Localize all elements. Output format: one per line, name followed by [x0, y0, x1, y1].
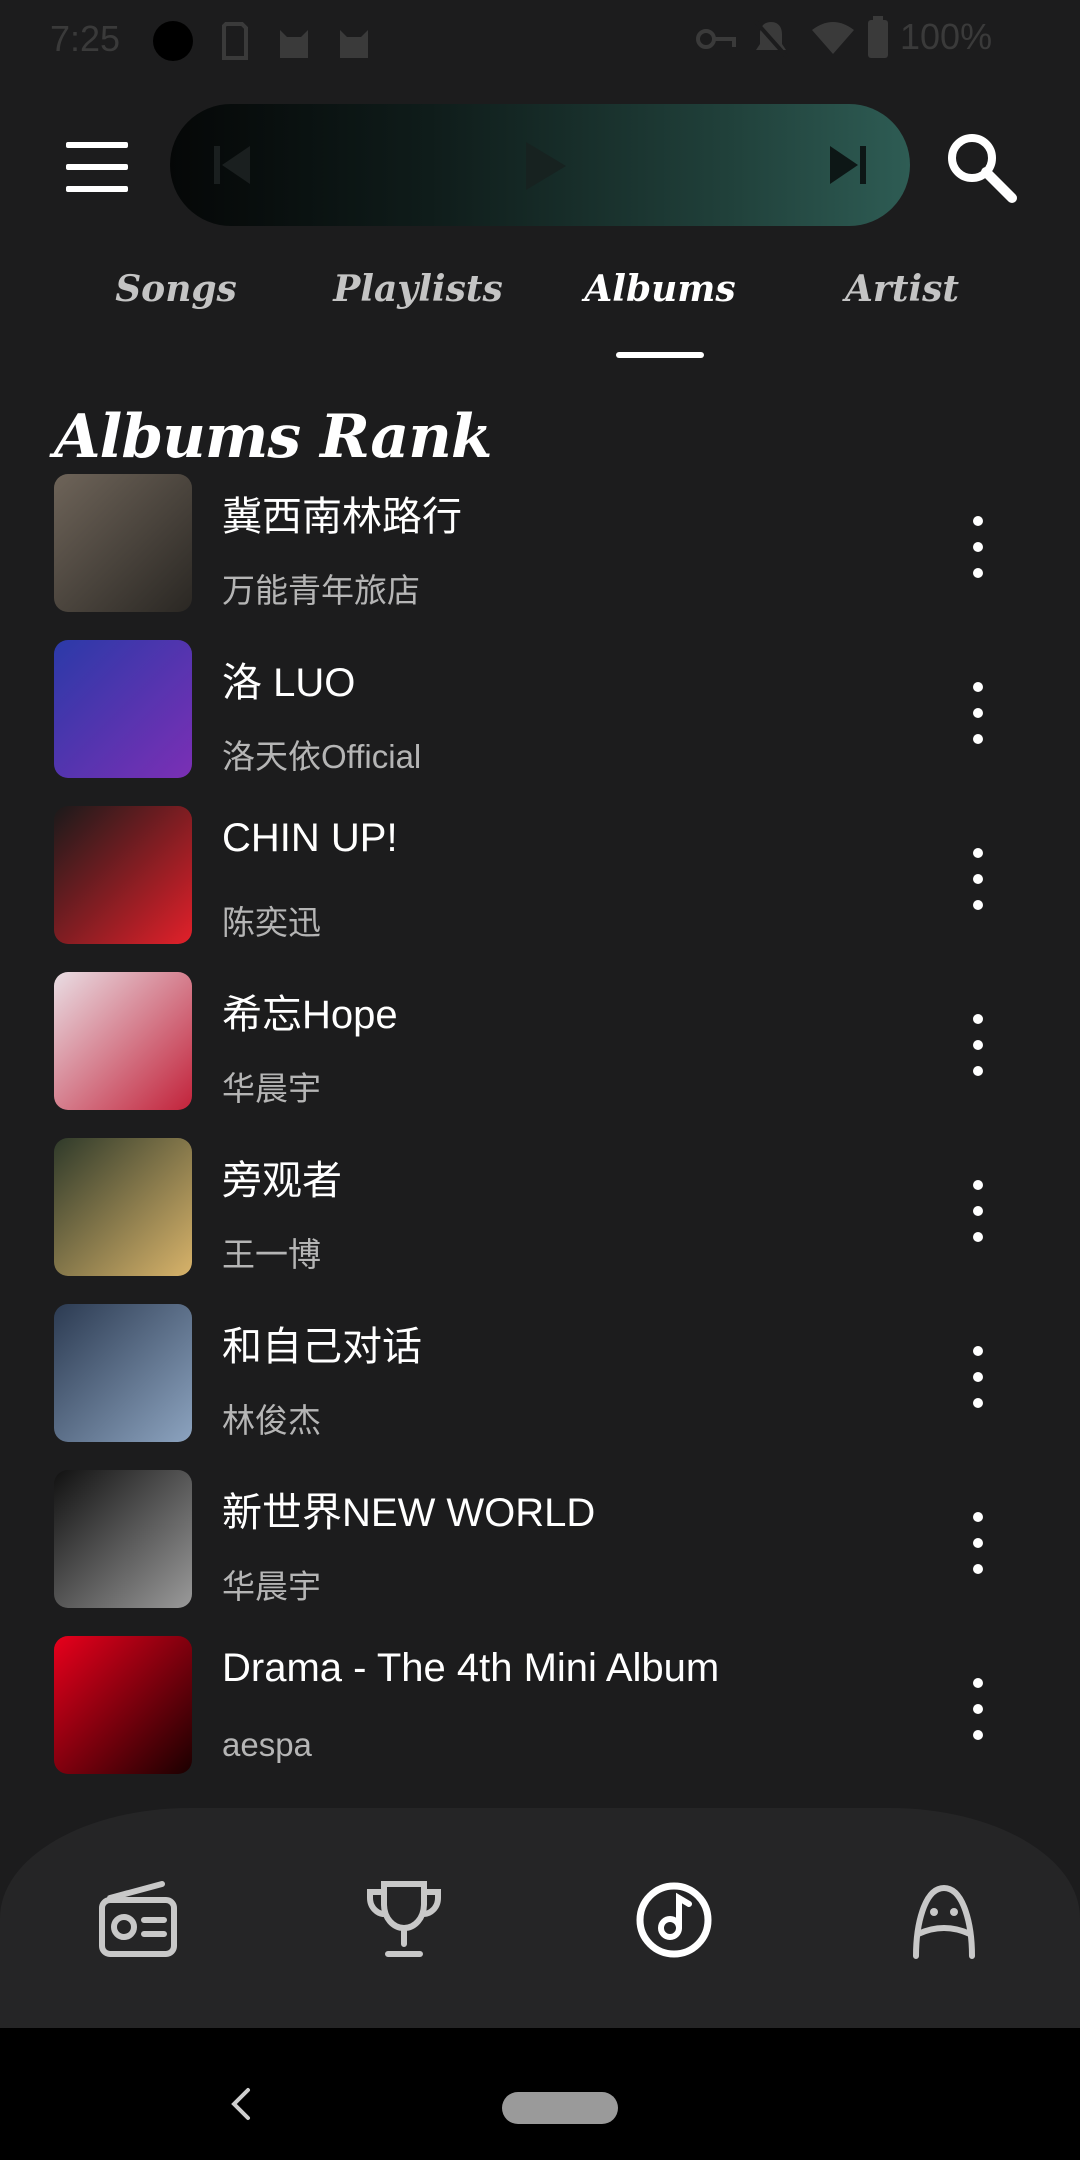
skip-next-icon[interactable] — [828, 142, 868, 188]
album-row[interactable]: 和自己对话 林俊杰 — [0, 1294, 1080, 1460]
album-artist: 王一博 — [222, 1236, 321, 1273]
album-row[interactable]: 冀西南林路行 万能青年旅店 — [0, 464, 1080, 630]
back-icon[interactable] — [222, 2084, 262, 2124]
play-icon[interactable] — [522, 140, 568, 192]
album-cover — [54, 1138, 192, 1276]
more-options-icon[interactable] — [960, 680, 996, 746]
battery-icon — [868, 16, 888, 58]
status-time: 7:25 — [50, 18, 121, 59]
skip-previous-icon[interactable] — [212, 142, 252, 188]
section-title: Albums Rank — [54, 402, 492, 472]
system-nav-bar — [0, 2028, 1080, 2160]
cat-notification-icon-2 — [340, 30, 368, 58]
bottom-nav — [0, 1808, 1080, 2028]
album-row[interactable]: Drama - The 4th Mini Album aespa — [0, 1626, 1080, 1792]
trophy-icon[interactable] — [362, 1878, 446, 1962]
more-options-icon[interactable] — [960, 1510, 996, 1576]
notifications-off-icon — [753, 19, 789, 59]
album-cover — [54, 474, 192, 612]
album-title: 和自己对话 — [222, 1325, 422, 1369]
tab-artist[interactable]: Artist — [792, 268, 1012, 310]
album-title: 冀西南林路行 — [222, 495, 462, 539]
tab-albums[interactable]: Albums — [550, 268, 770, 310]
album-artist: 华晨宇 — [222, 1070, 321, 1107]
album-cover — [54, 806, 192, 944]
album-row[interactable]: 旁观者 王一博 — [0, 1128, 1080, 1294]
vpn-key-icon — [696, 29, 736, 49]
album-row[interactable]: 希忘Hope 华晨宇 — [0, 962, 1080, 1128]
album-artist: 陈奕迅 — [222, 904, 321, 941]
more-options-icon[interactable] — [960, 1178, 996, 1244]
search-icon[interactable] — [942, 128, 1018, 204]
radio-icon[interactable] — [96, 1878, 180, 1962]
album-title: Drama - The 4th Mini Album — [222, 1646, 720, 1690]
album-title: CHIN UP! — [222, 816, 398, 860]
album-title: 洛 LUO — [222, 661, 356, 705]
album-cover — [54, 1636, 192, 1774]
cat-notification-icon — [280, 30, 308, 58]
album-row[interactable]: CHIN UP! 陈奕迅 — [0, 796, 1080, 962]
mini-player[interactable] — [170, 104, 910, 226]
status-bar: 7:25 100% — [0, 0, 1080, 80]
album-title: 希忘Hope — [222, 993, 398, 1037]
record-indicator-icon — [153, 21, 193, 61]
more-options-icon[interactable] — [960, 1012, 996, 1078]
album-artist: 华晨宇 — [222, 1568, 321, 1605]
album-artist: aespa — [222, 1726, 312, 1763]
tab-songs[interactable]: Songs — [66, 268, 286, 310]
more-options-icon[interactable] — [960, 1676, 996, 1742]
album-cover — [54, 972, 192, 1110]
home-pill[interactable] — [502, 2092, 618, 2124]
more-options-icon[interactable] — [960, 1344, 996, 1410]
album-row[interactable]: 洛 LUO 洛天依Official — [0, 630, 1080, 796]
more-options-icon[interactable] — [960, 846, 996, 912]
album-title: 新世界NEW WORLD — [222, 1491, 596, 1535]
more-options-icon[interactable] — [960, 514, 996, 580]
album-cover — [54, 1304, 192, 1442]
tab-playlists[interactable]: Playlists — [308, 268, 528, 310]
album-cover — [54, 1470, 192, 1608]
album-title: 旁观者 — [222, 1159, 342, 1203]
battery-percent: 100% — [900, 16, 993, 57]
menu-button[interactable] — [62, 140, 132, 196]
album-artist: 洛天依Official — [222, 738, 422, 775]
music-disc-icon[interactable] — [632, 1878, 716, 1962]
album-artist: 万能青年旅店 — [222, 572, 420, 609]
album-cover — [54, 640, 192, 778]
album-artist: 林俊杰 — [222, 1402, 321, 1439]
tab-indicator — [616, 352, 704, 358]
album-row[interactable]: 新世界NEW WORLD 华晨宇 — [0, 1460, 1080, 1626]
sim-icon — [222, 22, 248, 60]
profile-icon[interactable] — [902, 1878, 986, 1962]
wifi-icon — [812, 22, 854, 54]
